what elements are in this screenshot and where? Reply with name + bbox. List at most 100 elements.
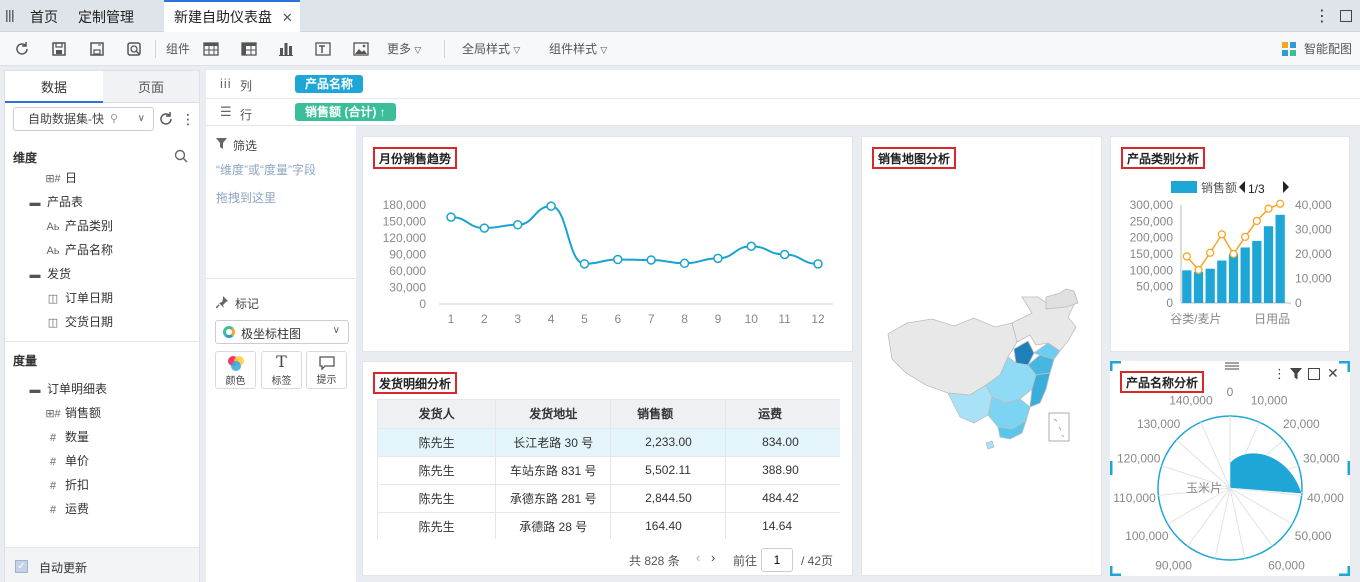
smart-layout-button[interactable]: 智能配图: [1304, 32, 1352, 66]
filter-icon: [216, 138, 227, 152]
data-point: [613, 254, 623, 265]
marks-panel: 筛选 “维度”或“度量”字段 拖拽到这里 标记 极坐标柱图 ∨ 颜色 T 标签 …: [206, 126, 356, 582]
table-row[interactable]: 陈先生 长江老路 30 号 2,233.00 834.00: [378, 428, 840, 457]
label-button[interactable]: T 标签: [261, 351, 302, 389]
hash-icon: #: [49, 432, 57, 444]
field-item[interactable]: ⊞# 日: [45, 167, 77, 189]
product-category-card[interactable]: 产品类别分析 销售额 1/3 300,000 250,000 200,000 150,00…: [1110, 136, 1350, 352]
search-icon[interactable]: [174, 149, 188, 166]
divider: [5, 341, 199, 342]
field-item[interactable]: ◫ 交货日期: [45, 311, 113, 333]
refresh-icon[interactable]: [158, 111, 174, 130]
save-icon[interactable]: [51, 41, 67, 57]
more-vertical-icon[interactable]: ⋮: [1314, 6, 1330, 26]
tab-custom-manage[interactable]: 定制管理: [78, 0, 134, 32]
shipping-table: 发货人 发货地址 销售额 运费 陈先生 长江老路 30 号 2,233.00 834.…: [378, 400, 840, 539]
field-folder[interactable]: ▬ 发货: [27, 263, 72, 285]
auto-update-checkbox[interactable]: ✓: [15, 560, 28, 573]
sales-map-card[interactable]: 销售地图分析: [861, 136, 1102, 576]
pagination: 共 828 条 ‹ › 前往 / 42页: [363, 548, 854, 574]
column-header[interactable]: 销售额: [610, 400, 727, 429]
more-vertical-icon[interactable]: ⋮: [181, 111, 195, 128]
dataset-select[interactable]: 自助数据集-快 ⚲ ∨: [13, 107, 154, 131]
table-icon[interactable]: [203, 41, 219, 57]
column-header[interactable]: 发货人: [378, 400, 497, 429]
table-row[interactable]: 陈先生 承德路 28 号 164.40 14.64: [378, 512, 840, 539]
grip-icon[interactable]: [6, 10, 14, 22]
x-tick-label: 5: [581, 312, 588, 326]
more-menu[interactable]: 更多 ▽: [387, 32, 421, 66]
table-row[interactable]: 陈先生 车站东路 831 号 5,502.11 388.90: [378, 456, 840, 485]
save-as-icon[interactable]: [89, 41, 105, 57]
field-label: 产品表: [47, 195, 84, 209]
table-cell: 484.42: [725, 484, 840, 513]
row-field-pill[interactable]: 销售额 (合计) ↑: [295, 103, 396, 121]
tab-page[interactable]: 页面: [103, 71, 199, 103]
bar: [1205, 268, 1215, 303]
field-item[interactable]: # 折扣: [45, 474, 89, 496]
field-item[interactable]: # 运费: [45, 498, 89, 520]
table-row[interactable]: 陈先生 承德东路 281 号 2,844.50 484.42: [378, 484, 840, 513]
chevron-down-icon: ▽: [513, 45, 521, 55]
component-style-menu[interactable]: 组件样式 ▽: [549, 32, 607, 66]
shipping-detail-card[interactable]: 发货明细分析 发货人 发货地址 销售额 运费 陈先生 长江老路 30 号 2,233…: [362, 361, 853, 576]
image-icon[interactable]: [353, 41, 369, 57]
table-cell: 长江老路 30 号: [495, 428, 612, 457]
chart-type-select[interactable]: 极坐标柱图 ∨: [215, 320, 349, 344]
text-t-icon: T: [276, 352, 287, 371]
tab-data[interactable]: 数据: [5, 71, 103, 103]
tab-bar: 首页 定制管理 新建自助仪表盘 ✕ ⋮: [0, 0, 1360, 32]
smart-layout-icon[interactable]: [1281, 41, 1297, 57]
bar: [1275, 214, 1285, 303]
text-box-icon[interactable]: [315, 41, 331, 57]
map-region-beijing: [1013, 340, 1035, 366]
column-header[interactable]: 发货地址: [495, 400, 612, 429]
tab-home[interactable]: 首页: [30, 0, 58, 32]
bar: [1217, 260, 1227, 303]
maximize-icon[interactable]: [1340, 10, 1352, 22]
next-page-icon[interactable]: ›: [711, 550, 715, 565]
field-item[interactable]: ◫ 订单日期: [45, 287, 113, 309]
global-style-menu[interactable]: 全局样式 ▽: [462, 32, 520, 66]
dataset-value: 自助数据集-快: [28, 112, 104, 126]
column-header[interactable]: 运费: [725, 400, 840, 429]
date-hash-icon: ⊞#: [45, 173, 61, 185]
crosstab-icon[interactable]: [241, 41, 257, 57]
field-folder[interactable]: ▬ 产品表: [27, 191, 84, 213]
column-field-pill[interactable]: 产品名称: [295, 75, 364, 93]
bar: [1193, 271, 1204, 303]
x-tick-label: 日用品: [1254, 312, 1290, 326]
filter-drop-hint[interactable]: “维度”或“度量”字段: [216, 161, 316, 178]
field-item[interactable]: ⊞# 销售额: [45, 402, 101, 424]
close-icon[interactable]: ✕: [282, 10, 293, 25]
preview-icon[interactable]: [126, 41, 142, 57]
data-point: [746, 241, 757, 251]
refresh-icon[interactable]: [14, 41, 30, 57]
field-item[interactable]: # 数量: [45, 426, 89, 448]
polar-bar-icon: [223, 326, 235, 338]
chevron-down-icon: ∨: [137, 113, 145, 124]
bar-chart-icon[interactable]: [278, 41, 294, 57]
divider: [206, 278, 356, 279]
field-item[interactable]: Aь 产品类别: [45, 215, 113, 237]
product-name-card[interactable]: ⋮ ✕ 产品名称分析 0 10,000 20,000 30,000 40,000 50,0…: [1110, 361, 1350, 576]
data-point: [579, 259, 590, 269]
tab-new-dashboard[interactable]: 新建自助仪表盘 ✕: [164, 0, 300, 32]
data-point: [1194, 265, 1203, 275]
row-shelf-label: 行: [240, 108, 253, 122]
data-point: [1229, 249, 1238, 259]
combo-chart: 销售额 1/3 300,000 250,000 200,000 150,000 100,00…: [1130, 180, 1332, 326]
table-viewport: 发货人 发货地址 销售额 运费 陈先生 长江老路 30 号 2,233.00 834.…: [377, 399, 840, 539]
prev-page-icon[interactable]: ‹: [696, 550, 700, 565]
tooltip-button[interactable]: 提示: [306, 351, 347, 389]
field-folder[interactable]: ▬ 订单明细表: [27, 378, 108, 400]
monthly-sales-card[interactable]: 月份销售趋势 180,000 150,000 120,000 90,000 60,000…: [362, 136, 853, 352]
field-item[interactable]: Aь 产品名称: [45, 239, 113, 261]
auto-update-bar: ✓ 自动更新: [5, 547, 199, 582]
page-input[interactable]: [761, 548, 793, 572]
bar: [1252, 240, 1262, 303]
angle-tick-label: 110,000: [1113, 491, 1156, 505]
data-point: [1182, 252, 1191, 261]
field-item[interactable]: # 单价: [45, 450, 89, 472]
color-button[interactable]: 颜色: [215, 351, 256, 389]
